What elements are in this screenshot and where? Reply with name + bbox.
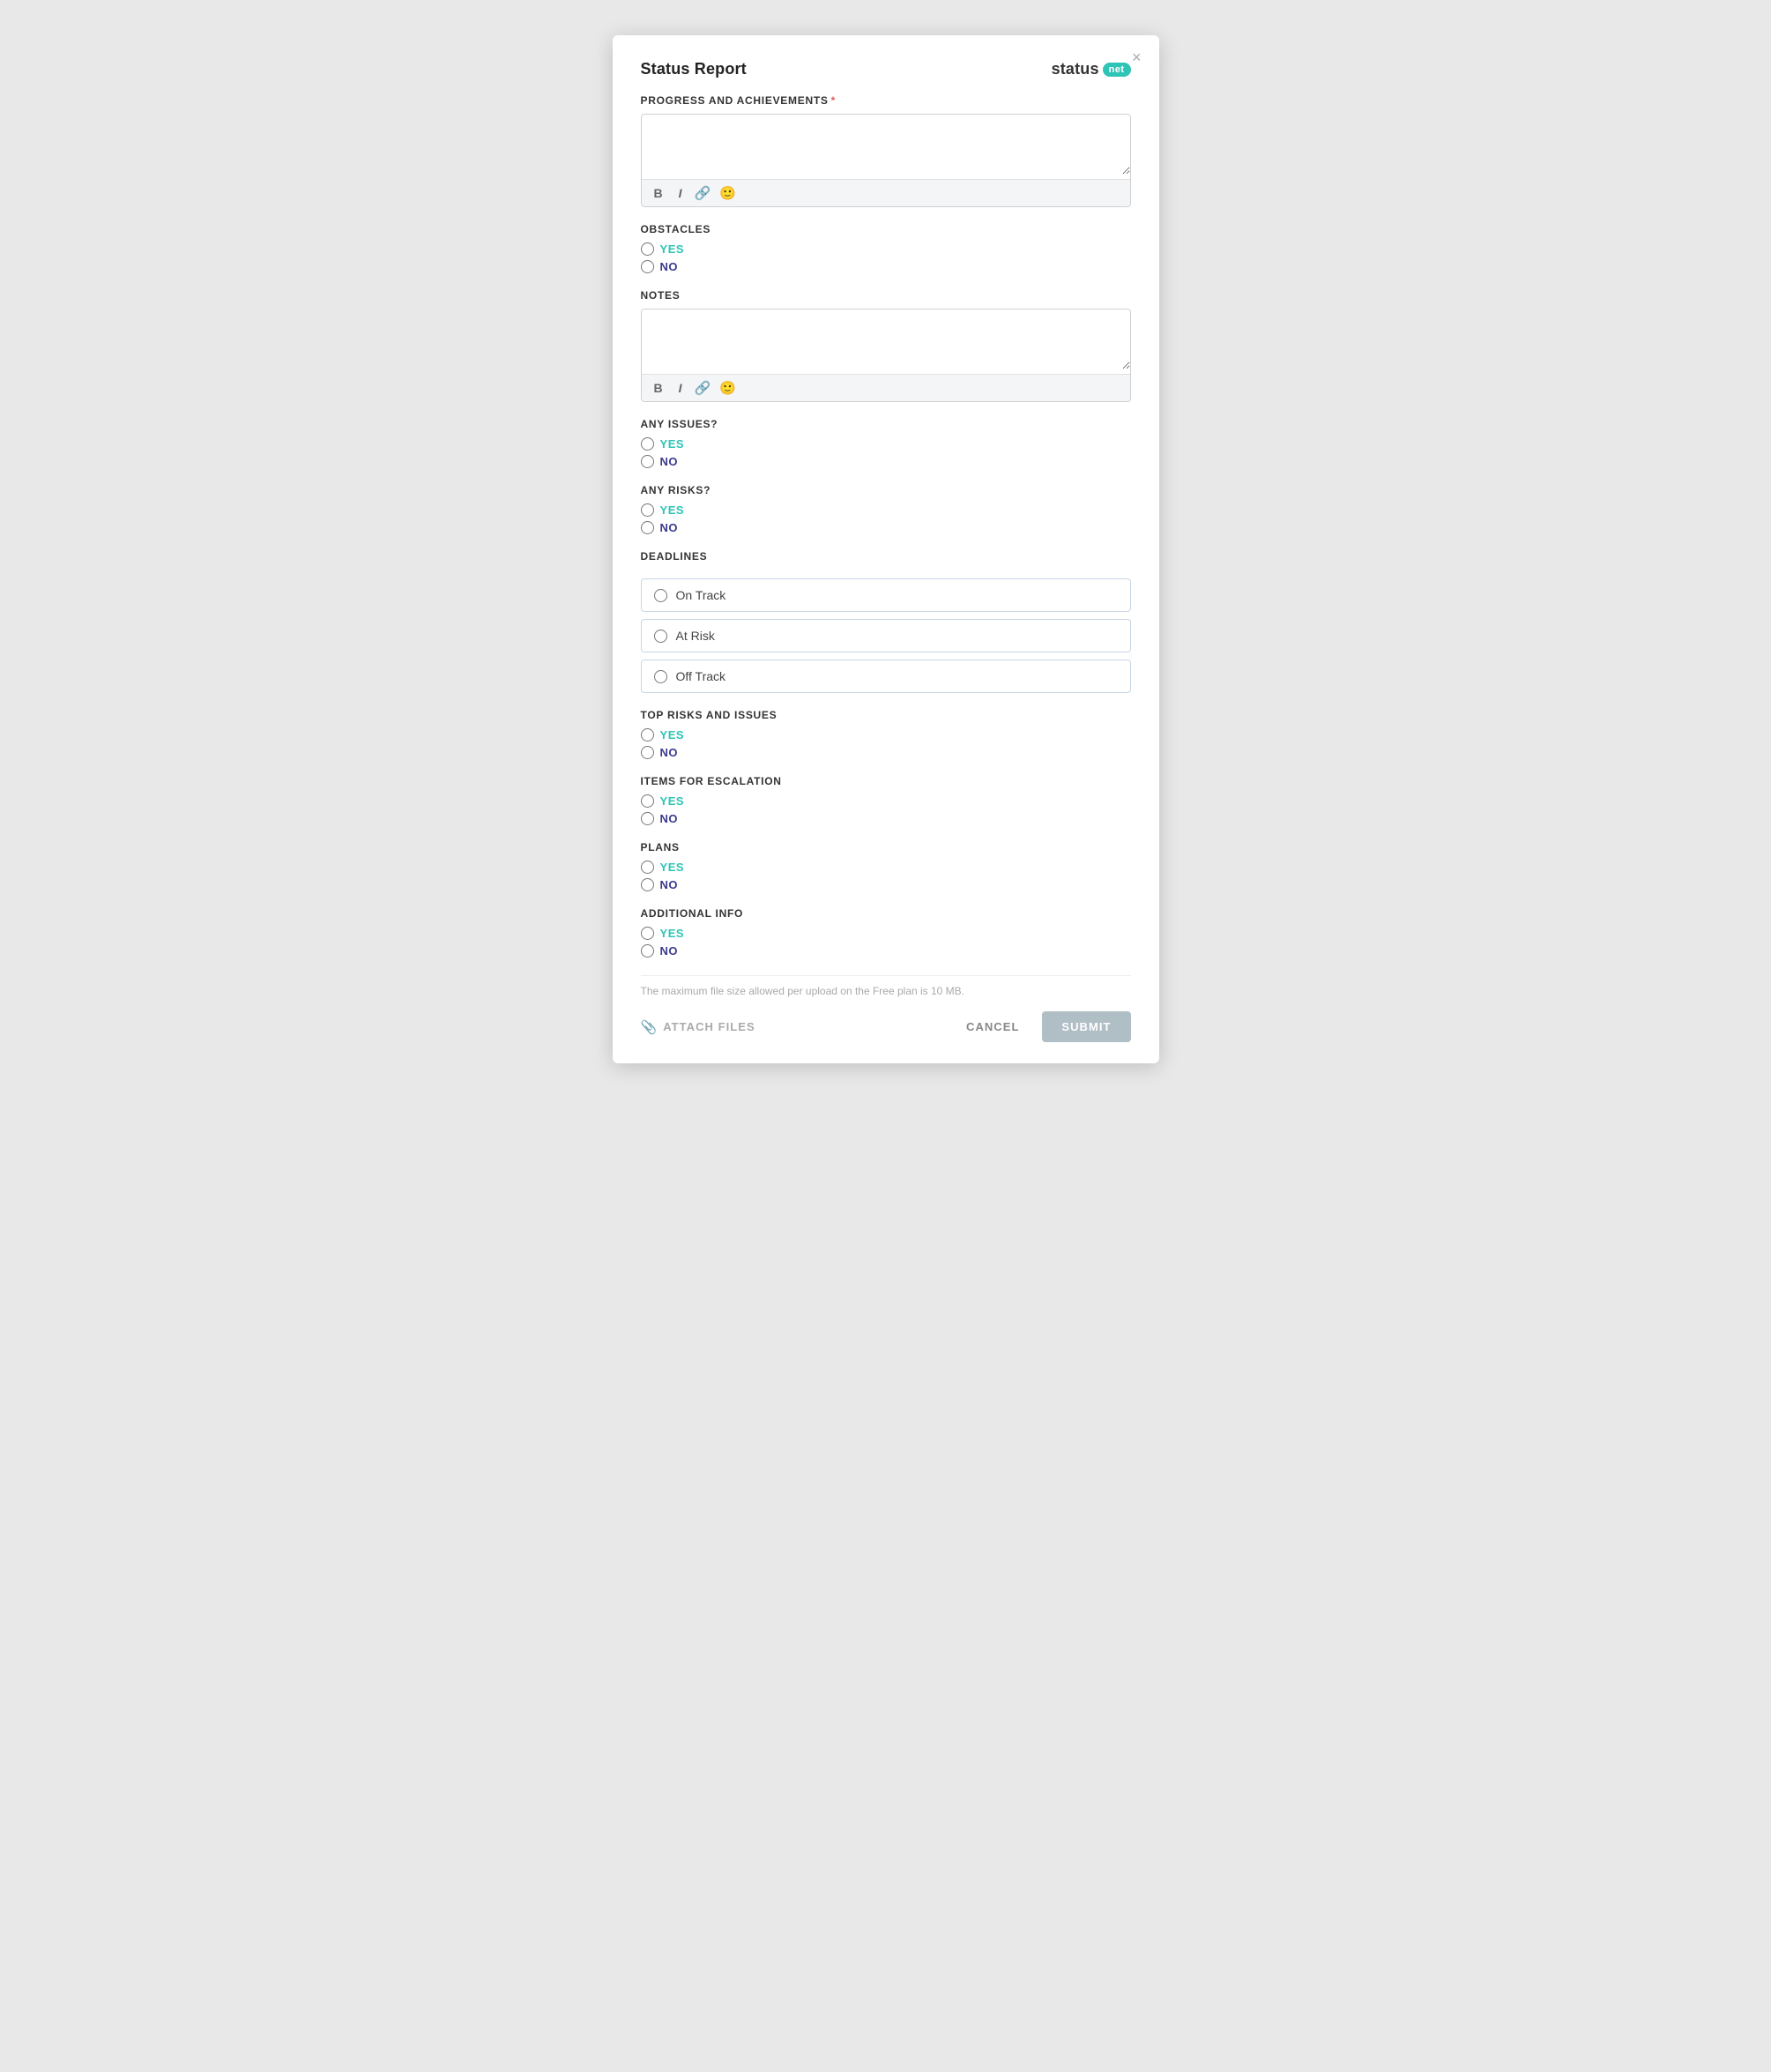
any-issues-yes-radio[interactable] bbox=[641, 437, 654, 451]
any-issues-section-label: ANY ISSUES? bbox=[641, 418, 1131, 430]
deadline-at-risk-radio[interactable] bbox=[654, 630, 667, 643]
footer-divider bbox=[641, 975, 1131, 976]
any-risks-yes-radio[interactable] bbox=[641, 503, 654, 517]
any-risks-yes-label[interactable]: YES bbox=[641, 503, 1131, 517]
close-button[interactable]: × bbox=[1127, 48, 1147, 67]
any-risks-radio-group: YES NO bbox=[641, 503, 1131, 534]
top-risks-yes-radio[interactable] bbox=[641, 728, 654, 742]
file-note: The maximum file size allowed per upload… bbox=[641, 985, 1131, 997]
escalation-yes-label[interactable]: YES bbox=[641, 794, 1131, 808]
any-risks-no-label[interactable]: NO bbox=[641, 521, 1131, 534]
footer-actions: 📎 ATTACH FILES CANCEL SUBMIT bbox=[641, 1011, 1131, 1042]
progress-bold-button[interactable]: B bbox=[651, 184, 666, 202]
top-risks-yes-label[interactable]: YES bbox=[641, 728, 1131, 742]
escalation-yes-radio[interactable] bbox=[641, 794, 654, 808]
any-issues-yes-label[interactable]: YES bbox=[641, 437, 1131, 451]
additional-info-no-radio[interactable] bbox=[641, 944, 654, 958]
plans-radio-group: YES NO bbox=[641, 861, 1131, 891]
obstacles-section-label: OBSTACLES bbox=[641, 223, 1131, 235]
notes-section-label: NOTES bbox=[641, 289, 1131, 302]
obstacles-no-label[interactable]: NO bbox=[641, 260, 1131, 273]
obstacles-yes-label[interactable]: YES bbox=[641, 242, 1131, 256]
deadline-at-risk[interactable]: At Risk bbox=[641, 619, 1131, 652]
notes-editor: B I 🔗 🙂 bbox=[641, 309, 1131, 402]
additional-info-yes-radio[interactable] bbox=[641, 927, 654, 940]
progress-italic-button[interactable]: I bbox=[675, 184, 686, 202]
any-risks-no-radio[interactable] bbox=[641, 521, 654, 534]
deadline-off-track[interactable]: Off Track bbox=[641, 660, 1131, 693]
top-risks-no-label[interactable]: NO bbox=[641, 746, 1131, 759]
any-issues-radio-group: YES NO bbox=[641, 437, 1131, 468]
notes-input[interactable] bbox=[642, 309, 1130, 369]
deadline-off-track-label: Off Track bbox=[676, 669, 726, 683]
obstacles-no-radio[interactable] bbox=[641, 260, 654, 273]
progress-emoji-icon[interactable]: 🙂 bbox=[719, 185, 736, 201]
deadlines-options: On Track At Risk Off Track bbox=[641, 578, 1131, 693]
additional-info-no-label[interactable]: NO bbox=[641, 944, 1131, 958]
top-risks-no-radio[interactable] bbox=[641, 746, 654, 759]
notes-toolbar: B I 🔗 🙂 bbox=[642, 374, 1130, 401]
escalation-section-label: ITEMS FOR ESCALATION bbox=[641, 775, 1131, 787]
plans-yes-radio[interactable] bbox=[641, 861, 654, 874]
any-risks-section-label: ANY RISKS? bbox=[641, 484, 1131, 496]
progress-toolbar: B I 🔗 🙂 bbox=[642, 179, 1130, 206]
plans-section-label: PLANS bbox=[641, 841, 1131, 853]
cancel-button[interactable]: CANCEL bbox=[954, 1012, 1031, 1041]
deadline-on-track-radio[interactable] bbox=[654, 589, 667, 602]
action-buttons: CANCEL SUBMIT bbox=[954, 1011, 1130, 1042]
top-risks-radio-group: YES NO bbox=[641, 728, 1131, 759]
deadline-at-risk-label: At Risk bbox=[676, 629, 715, 643]
plans-yes-label[interactable]: YES bbox=[641, 861, 1131, 874]
escalation-radio-group: YES NO bbox=[641, 794, 1131, 825]
escalation-no-label[interactable]: NO bbox=[641, 812, 1131, 825]
deadlines-section-label: DEADLINES bbox=[641, 550, 1131, 563]
progress-link-icon[interactable]: 🔗 bbox=[695, 185, 711, 201]
status-report-modal: Status Report status net × PROGRESS AND … bbox=[613, 35, 1159, 1063]
attach-files-button[interactable]: 📎 ATTACH FILES bbox=[641, 1012, 755, 1042]
paperclip-icon: 📎 bbox=[641, 1019, 659, 1035]
deadline-off-track-radio[interactable] bbox=[654, 670, 667, 683]
plans-no-label[interactable]: NO bbox=[641, 878, 1131, 891]
modal-title: Status Report bbox=[641, 60, 747, 78]
required-star: * bbox=[831, 94, 836, 107]
progress-input[interactable] bbox=[642, 115, 1130, 175]
top-risks-section-label: TOP RISKS AND ISSUES bbox=[641, 709, 1131, 721]
obstacles-radio-group: YES NO bbox=[641, 242, 1131, 273]
additional-info-yes-label[interactable]: YES bbox=[641, 927, 1131, 940]
notes-italic-button[interactable]: I bbox=[675, 379, 686, 397]
submit-button[interactable]: SUBMIT bbox=[1042, 1011, 1130, 1042]
notes-bold-button[interactable]: B bbox=[651, 379, 666, 397]
progress-section-label: PROGRESS AND ACHIEVEMENTS* bbox=[641, 94, 1131, 107]
plans-no-radio[interactable] bbox=[641, 878, 654, 891]
deadline-on-track[interactable]: On Track bbox=[641, 578, 1131, 612]
deadline-on-track-label: On Track bbox=[676, 588, 726, 602]
progress-editor: B I 🔗 🙂 bbox=[641, 114, 1131, 207]
additional-info-radio-group: YES NO bbox=[641, 927, 1131, 958]
modal-header: Status Report status net bbox=[641, 60, 1131, 78]
brand-logo: status net bbox=[1052, 60, 1131, 78]
any-issues-no-label[interactable]: NO bbox=[641, 455, 1131, 468]
notes-link-icon[interactable]: 🔗 bbox=[695, 380, 711, 396]
obstacles-yes-radio[interactable] bbox=[641, 242, 654, 256]
additional-info-section-label: ADDITIONAL INFO bbox=[641, 907, 1131, 920]
any-issues-no-radio[interactable] bbox=[641, 455, 654, 468]
escalation-no-radio[interactable] bbox=[641, 812, 654, 825]
brand-text: status bbox=[1052, 60, 1099, 78]
notes-emoji-icon[interactable]: 🙂 bbox=[719, 380, 736, 396]
